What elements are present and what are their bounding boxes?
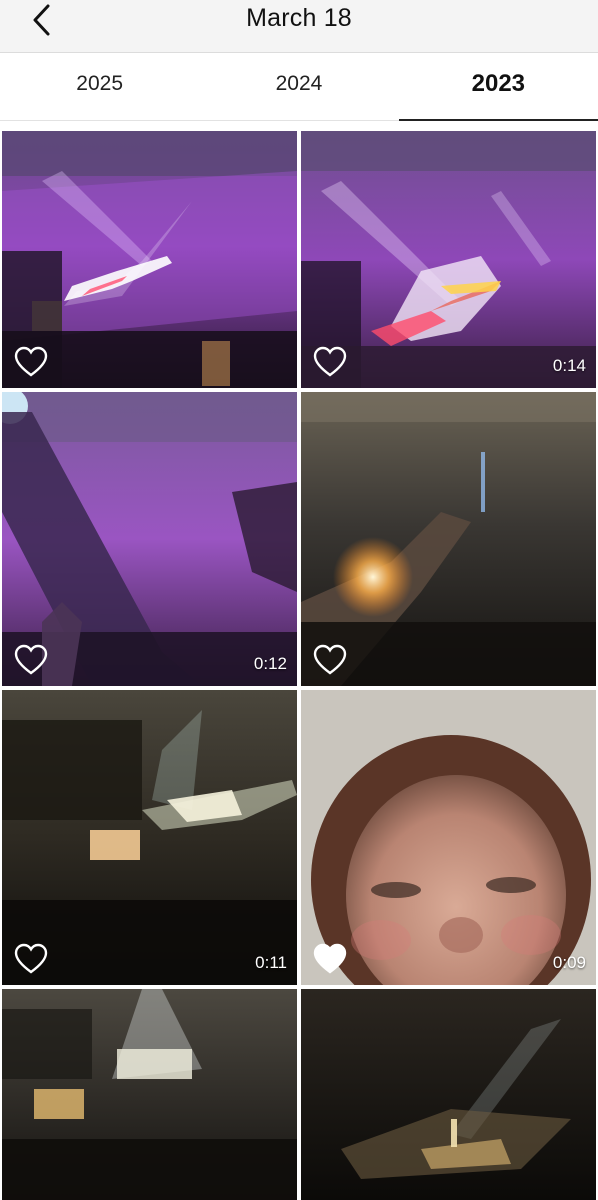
video-tile[interactable]: 0:09 [301,690,596,985]
video-tile[interactable]: 0:14 [301,131,596,388]
video-duration: 0:09 [552,953,586,972]
photo-tile[interactable] [301,989,596,1200]
top-navigation-bar: March 18 [0,0,598,53]
arena-photo-thumbnail [301,989,596,1200]
video-duration: 0:11 [255,953,287,972]
page-title: March 18 [246,4,352,32]
heart-icon[interactable] [313,346,347,378]
photo-grid: 0:14 0:12 0:11 0:09 [0,121,598,1200]
tab-2025[interactable]: 2025 [0,53,199,120]
selfie-video-thumbnail [301,690,596,985]
photo-tile[interactable] [2,131,297,388]
heart-filled-icon[interactable] [313,943,347,975]
photo-tile[interactable] [2,989,297,1200]
video-tile[interactable]: 0:11 [2,690,297,985]
heart-icon[interactable] [14,644,48,676]
year-tabs: 2025 2024 2023 [0,53,598,121]
video-duration: 0:12 [253,654,287,673]
tab-2024[interactable]: 2024 [199,53,398,120]
heart-icon[interactable] [14,346,48,378]
arena-video-thumbnail [2,392,297,686]
arena-photo-thumbnail [2,989,297,1200]
tab-2023[interactable]: 2023 [398,53,598,121]
arena-photo-thumbnail [301,392,596,686]
heart-icon[interactable] [313,644,347,676]
video-tile[interactable]: 0:12 [2,392,297,686]
photo-tile[interactable] [301,392,596,686]
video-duration: 0:14 [552,356,586,375]
heart-icon[interactable] [14,943,48,975]
arena-video-thumbnail [2,690,297,985]
